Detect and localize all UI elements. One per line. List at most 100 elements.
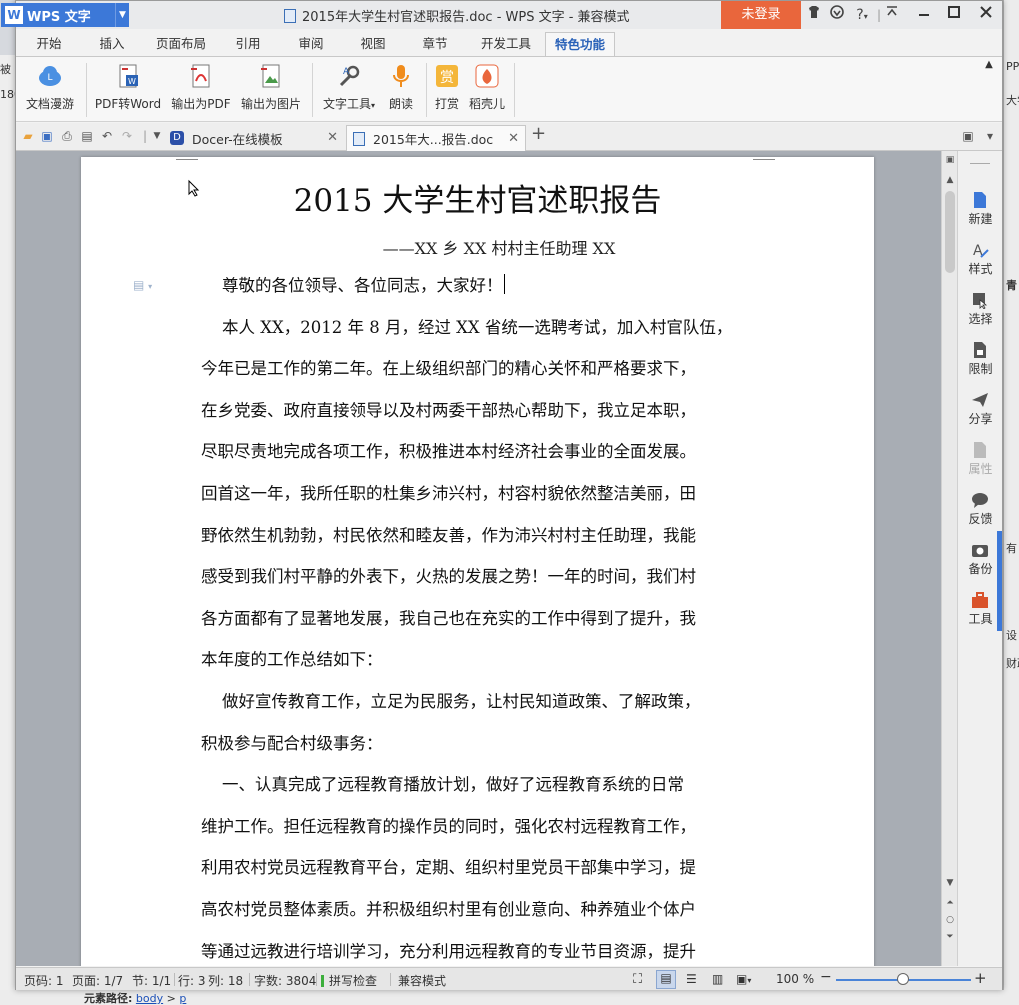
panel-restrict-button[interactable]: 限制: [958, 337, 1003, 383]
reward-label: 打赏: [434, 97, 459, 111]
feedback-icon[interactable]: [827, 5, 847, 25]
svg-text:赏: 赏: [440, 70, 454, 86]
tab-page-layout[interactable]: 页面布局: [149, 32, 213, 56]
tab-developer[interactable]: 开发工具: [474, 32, 538, 56]
zoom-in-icon[interactable]: +: [974, 969, 987, 987]
status-pages[interactable]: 页面: 1/7: [72, 972, 123, 989]
zoom-level[interactable]: 100 %: [776, 972, 814, 986]
export-image-button[interactable]: 输出为图片: [236, 57, 306, 121]
document-line[interactable]: 野依然生机勃勃，村民依然和睦友善，作为沛兴村村主任助理，我能: [201, 515, 761, 557]
vertical-scrollbar[interactable]: ▣ ▲ ▼ ⏶ ○ ⏷: [941, 151, 957, 966]
panel-style-button[interactable]: A 样式: [958, 237, 1003, 283]
doc-roam-button[interactable]: L 文档漫游: [20, 57, 80, 121]
print-preview-icon[interactable]: ▤: [80, 129, 94, 143]
reward-button[interactable]: 赏 打赏: [429, 57, 465, 121]
split-view-icon[interactable]: ▣: [942, 153, 958, 167]
document-line[interactable]: 在乡党委、政府直接领导以及村两委干部热心帮助下，我立足本职，: [201, 390, 761, 432]
tab-view[interactable]: 视图: [351, 32, 395, 56]
close-tab-icon[interactable]: ✕: [327, 130, 338, 145]
ribbon-collapse-button[interactable]: ▲: [982, 57, 996, 121]
help-icon[interactable]: ?▾: [849, 5, 875, 25]
document-line[interactable]: 做好宣传教育工作，立足为民服务，让村民知道政策、了解政策，: [201, 681, 761, 723]
close-icon[interactable]: [976, 5, 996, 25]
next-page-icon[interactable]: ⏷: [942, 930, 958, 944]
docer-button[interactable]: 稻壳儿: [466, 57, 508, 121]
document-line[interactable]: 积极参与配合村级事务：: [201, 723, 761, 765]
document-line[interactable]: 回首这一年，我所任职的杜集乡沛兴村，村容村貌依然整洁美丽，田: [201, 473, 761, 515]
collapse-ribbon-icon[interactable]: [882, 5, 902, 25]
panel-select-button[interactable]: 选择: [958, 287, 1003, 333]
tab-settings-icon[interactable]: ▾: [983, 129, 997, 143]
tab-list-icon[interactable]: ▣: [961, 129, 975, 143]
status-row[interactable]: 行: 3: [178, 972, 206, 989]
undo-icon[interactable]: ↶: [100, 129, 114, 143]
text-tools-button[interactable]: A 文字工具▾: [316, 57, 382, 121]
scroll-up-icon[interactable]: ▲: [942, 173, 958, 187]
document-line[interactable]: 尊敬的各位领导、各位同志，大家好！: [201, 265, 761, 307]
doc-tab-current[interactable]: 2015年大...报告.doc ✕: [346, 125, 526, 151]
tab-special-features[interactable]: 特色功能: [545, 32, 615, 56]
paragraph-handle-icon[interactable]: ▤ ▾: [133, 278, 163, 294]
page-view-icon[interactable]: ▤: [656, 970, 676, 989]
document-line[interactable]: 各方面都有了显著地发展，我自己也在充实的工作中得到了提升，我: [201, 598, 761, 640]
document-line[interactable]: 利用农村党员远程教育平台，定期、组织村里党员干部集中学习，提: [201, 847, 761, 889]
document-page[interactable]: 2015 大学生村官述职报告 ——XX 乡 XX 村村主任助理 XX ▤ ▾ 尊…: [81, 157, 874, 966]
panel-feedback-button[interactable]: 反馈: [958, 487, 1003, 533]
document-line[interactable]: 尽职尽责地完成各项工作，积极推进本村经济社会事业的全面发展。: [201, 431, 761, 473]
document-icon: [353, 131, 365, 146]
panel-share-button[interactable]: 分享: [958, 387, 1003, 433]
tab-review[interactable]: 审阅: [289, 32, 333, 56]
print-icon[interactable]: ⎙: [60, 129, 74, 143]
panel-properties-button[interactable]: 属性: [958, 437, 1003, 483]
tab-insert[interactable]: 插入: [90, 32, 134, 56]
chevron-down-icon[interactable]: ▼: [115, 3, 129, 27]
status-page-code[interactable]: 页码: 1: [24, 972, 64, 989]
read-aloud-button[interactable]: 朗读: [382, 57, 420, 121]
document-subtitle[interactable]: ——XX 乡 XX 村村主任助理 XX: [81, 235, 917, 259]
new-tab-plus-icon[interactable]: +: [531, 125, 546, 143]
previous-page-icon[interactable]: ⏶: [942, 896, 958, 910]
scrollbar-thumb[interactable]: [945, 191, 955, 273]
quick-access-dropdown-icon[interactable]: ▼: [150, 129, 164, 143]
skin-icon[interactable]: [804, 5, 824, 25]
document-line[interactable]: 维护工作。担任远程教育的操作员的同时，强化农村远程教育工作，: [201, 806, 761, 848]
save-icon[interactable]: ▣: [40, 129, 54, 143]
document-line[interactable]: 本人 XX，2012 年 8 月，经过 XX 省统一选聘考试，加入村官队伍，: [201, 307, 761, 349]
document-line[interactable]: 高农村党员整体素质。并积极组织村里有创业意向、种养殖业个体户: [201, 889, 761, 931]
scroll-down-icon[interactable]: ▼: [942, 876, 958, 890]
tab-references[interactable]: 引用: [226, 32, 270, 56]
document-title[interactable]: 2015 大学生村官述职报告: [81, 175, 874, 220]
web-view-icon[interactable]: ▥: [712, 972, 723, 986]
document-line[interactable]: 感受到我们村平静的外表下，火热的发展之势！一年的时间，我们村: [201, 556, 761, 598]
spell-check-toggle[interactable]: 拼写检查: [321, 972, 377, 989]
status-col[interactable]: 列: 18: [208, 972, 243, 989]
doc-tab-docer-templates[interactable]: D Docer-在线模板 ✕: [166, 125, 344, 151]
app-menu-button[interactable]: W WPS 文字 ▼: [1, 3, 129, 27]
zoom-slider-handle[interactable]: [897, 973, 909, 985]
tab-section[interactable]: 章节: [413, 32, 457, 56]
redo-icon[interactable]: ↷: [120, 129, 134, 143]
element-path-link[interactable]: body: [136, 992, 163, 1005]
document-line[interactable]: 等通过远教进行培训学习，充分利用远程教育的专业节目资源，提升: [201, 931, 761, 966]
status-word-count[interactable]: 字数: 3804: [254, 972, 316, 989]
minimize-icon[interactable]: [914, 5, 934, 25]
zoom-out-icon[interactable]: −: [820, 969, 832, 985]
status-section[interactable]: 节: 1/1: [132, 972, 171, 989]
document-line[interactable]: 本年度的工作总结如下：: [201, 639, 761, 681]
browse-object-icon[interactable]: ○: [942, 913, 958, 927]
element-path-link[interactable]: p: [179, 992, 186, 1005]
close-tab-icon[interactable]: ✕: [508, 131, 519, 146]
outline-view-icon[interactable]: ☰: [686, 972, 697, 986]
open-folder-icon[interactable]: ▰: [21, 129, 35, 143]
tab-start[interactable]: 开始: [27, 32, 71, 56]
panel-new-button[interactable]: 新建: [958, 187, 1003, 233]
export-pdf-button[interactable]: 输出为PDF: [168, 57, 234, 121]
pdf-to-word-button[interactable]: W PDF转Word: [92, 57, 164, 121]
fullscreen-icon[interactable]: ⛶: [633, 972, 642, 987]
reading-mode-icon[interactable]: ▣▾: [736, 972, 751, 986]
maximize-icon[interactable]: [944, 5, 964, 25]
document-line[interactable]: 一、认真完成了远程教育播放计划，做好了远程教育系统的日常: [201, 764, 761, 806]
panel-expand-handle[interactable]: [997, 531, 1002, 631]
document-line[interactable]: 今年已是工作的第二年。在上级组织部门的精心关怀和严格要求下，: [201, 348, 761, 390]
login-button[interactable]: 未登录: [721, 1, 801, 29]
